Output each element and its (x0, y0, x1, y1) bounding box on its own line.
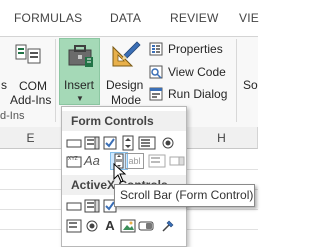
combo-drop-down-edit-control-icon[interactable] (169, 153, 185, 169)
column-header-e[interactable]: E (0, 127, 62, 149)
view-code-icon (149, 65, 164, 79)
tab-view[interactable]: VIE (239, 11, 259, 25)
tab-review[interactable]: REVIEW (170, 11, 219, 25)
list-box-control-icon[interactable] (138, 135, 156, 151)
button-control-icon[interactable] (66, 135, 82, 151)
activex-more-controls-icon[interactable] (160, 218, 176, 234)
insert-controls-button[interactable]: Insert ▼ (59, 38, 100, 105)
form-controls-header: Form Controls (62, 111, 186, 131)
svg-text:XYZ: XYZ (68, 156, 78, 162)
addins-partial-label[interactable]: s (1, 78, 7, 92)
text-field-control-icon[interactable]: abl (125, 153, 144, 169)
activex-toggle-button-icon[interactable] (138, 218, 154, 234)
tab-data[interactable]: DATA (110, 11, 141, 25)
toolbox-icon (65, 42, 95, 70)
source-partial-label[interactable]: So (243, 78, 258, 92)
insert-label: Insert (64, 78, 95, 92)
mouse-pointer-icon (113, 162, 127, 183)
ribbon-separator (236, 39, 237, 122)
combo-box-control-icon[interactable] (84, 135, 100, 151)
activex-image-icon[interactable] (120, 218, 136, 234)
run-dialog-icon (149, 87, 164, 101)
column-header-h[interactable]: H (186, 127, 258, 149)
scroll-bar-tooltip: Scroll Bar (Form Control) (114, 184, 255, 207)
addins-group-label: d-Ins (0, 110, 25, 122)
com-addins-icon (12, 39, 48, 71)
group-box-control-icon[interactable]: XYZ (66, 153, 82, 169)
label-control-icon[interactable]: Aa (84, 153, 102, 169)
ribbon-tab-bar: FORMULAS DATA REVIEW VIE (0, 0, 259, 37)
option-button-control-icon[interactable] (160, 135, 176, 151)
activex-list-box-icon[interactable] (66, 218, 82, 234)
design-mode-icon[interactable] (110, 39, 142, 69)
com-addins-label-1[interactable]: COM (19, 79, 47, 93)
combo-list-edit-control-icon[interactable] (148, 153, 166, 169)
chevron-down-icon: ▼ (76, 94, 84, 103)
spin-button-control-icon[interactable] (120, 135, 136, 151)
ribbon-separator (55, 39, 56, 122)
view-code-button[interactable]: View Code (168, 65, 226, 79)
properties-icon (149, 42, 164, 56)
run-dialog-button[interactable]: Run Dialog (168, 87, 227, 101)
activex-command-button-icon[interactable] (66, 198, 82, 214)
design-mode-label-2[interactable]: Mode (111, 93, 141, 107)
com-addins-label-2[interactable]: Add-Ins (10, 93, 51, 107)
properties-button[interactable]: Properties (168, 42, 223, 56)
activex-option-button-icon[interactable] (84, 218, 100, 234)
checkbox-control-icon[interactable] (102, 135, 118, 151)
tab-formulas[interactable]: FORMULAS (14, 11, 82, 25)
activex-label-icon[interactable]: A (102, 218, 118, 234)
design-mode-label-1[interactable]: Design (106, 78, 143, 92)
activex-combo-box-icon[interactable] (84, 198, 100, 214)
